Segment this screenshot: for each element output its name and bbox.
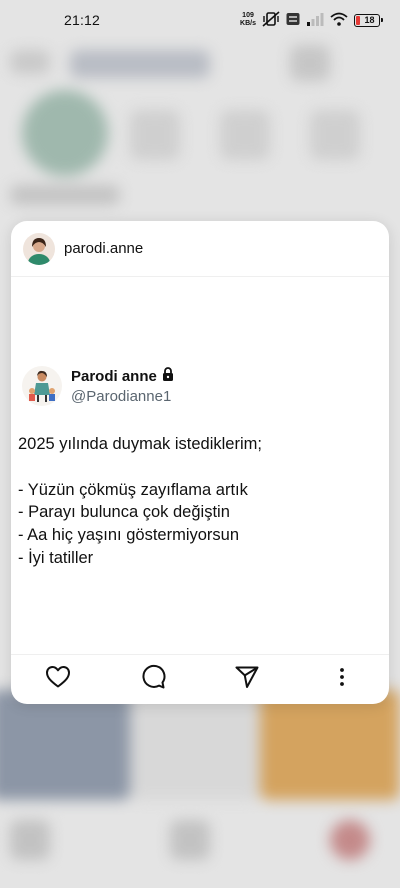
- lock-icon: [162, 367, 174, 386]
- share-button[interactable]: [223, 658, 271, 702]
- more-options-button[interactable]: [318, 658, 366, 702]
- more-icon: [339, 667, 345, 692]
- profile-avatar[interactable]: [23, 232, 55, 265]
- share-icon: [234, 665, 260, 694]
- status-bar: 21:12 109 KB/s 18: [0, 0, 400, 40]
- post-content: Parodi anne @Parodianne1 2025 yılında du…: [11, 277, 389, 654]
- vibrate-off-icon: [262, 10, 280, 30]
- battery-icon: 18: [354, 13, 383, 27]
- post-header: parodi.anne: [11, 221, 389, 277]
- volte-icon: [286, 12, 300, 29]
- tweet-name-row: Parodi anne: [71, 367, 174, 386]
- tweet-line: 2025 yılında duymak istediklerim;: [18, 435, 262, 453]
- network-speed: 109 KB/s: [240, 12, 256, 28]
- tweet-line: - Aa hiç yaşını göstermiyorsun: [18, 526, 240, 545]
- battery-fill: [356, 15, 360, 25]
- signal-icon: [306, 12, 324, 29]
- tweet-handle: @Parodianne1: [71, 388, 172, 405]
- heart-icon: [45, 665, 71, 694]
- tweet-text: 2025 yılında duymak istediklerim; - Yüzü…: [18, 433, 379, 570]
- tweet-line: - İyi tatiller: [18, 548, 94, 567]
- tweet-avatar: [21, 365, 63, 407]
- post-preview-card[interactable]: parodi.anne Parodi anne @Parodianne1 202…: [11, 221, 389, 704]
- comment-button[interactable]: [129, 658, 177, 702]
- comment-icon: [140, 664, 166, 695]
- tweet-names: Parodi anne @Parodianne1: [71, 367, 174, 405]
- tweet-line: - Parayı bulunca çok değiştin: [18, 503, 230, 522]
- tweet-line: - Yüzün çökmüş zayıflama artık: [18, 480, 248, 499]
- network-speed-unit: KB/s: [240, 20, 256, 27]
- wifi-icon: [330, 12, 348, 29]
- tweet-line: [18, 456, 379, 479]
- tweet-author: Parodi anne @Parodianne1: [21, 365, 174, 407]
- status-icons: 109 KB/s 18: [240, 10, 383, 30]
- network-speed-value: 109: [242, 12, 254, 19]
- like-button[interactable]: [34, 658, 82, 702]
- post-action-bar: [11, 654, 389, 704]
- status-time: 21:12: [64, 12, 101, 28]
- tweet-display-name: Parodi anne: [71, 368, 157, 385]
- post-username[interactable]: parodi.anne: [64, 240, 143, 257]
- battery-level: 18: [364, 15, 375, 25]
